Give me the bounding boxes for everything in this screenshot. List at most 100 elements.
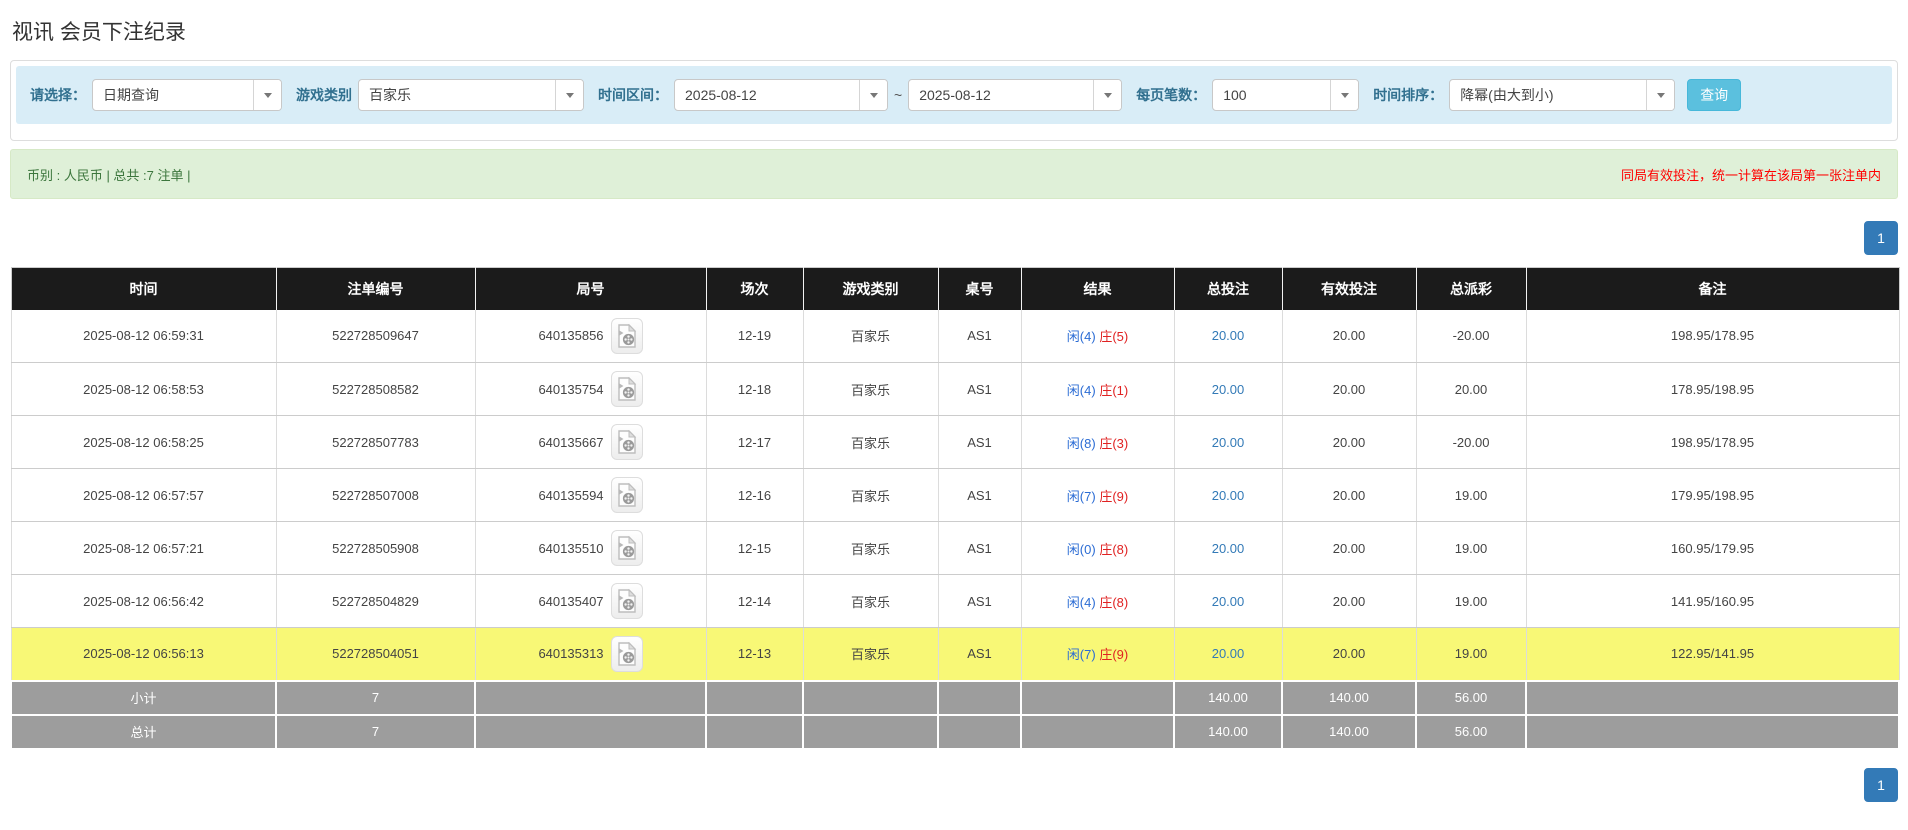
bet-id-cell: 522728507783 xyxy=(276,416,475,469)
round-id-value: 640135856 xyxy=(538,328,603,343)
table-summary: 小计 7 140.00 140.00 56.00 总计 7 140.00 140… xyxy=(11,681,1899,749)
total-bet-link[interactable]: 20.00 xyxy=(1212,541,1245,556)
date-range-tilde: ~ xyxy=(894,87,902,103)
total-bet-cell: 20.00 xyxy=(1174,575,1282,628)
total-total-bet: 140.00 xyxy=(1174,715,1282,749)
total-count: 7 xyxy=(276,715,475,749)
total-bet-link[interactable]: 20.00 xyxy=(1212,646,1245,661)
round-id-value: 640135407 xyxy=(538,594,603,609)
result-cell: 闲(4) 庄(5) xyxy=(1021,310,1174,363)
total-bet-link[interactable]: 20.00 xyxy=(1212,328,1245,343)
subtotal-row: 小计 7 140.00 140.00 56.00 xyxy=(11,681,1899,715)
player-result: 闲(8) xyxy=(1067,436,1096,451)
payout-cell: 19.00 xyxy=(1416,469,1526,522)
result-cell: 闲(0) 庄(8) xyxy=(1021,522,1174,575)
game-type-label: 游戏类别 xyxy=(296,85,352,105)
table-row: 2025-08-12 06:58:53 522728508582 6401357… xyxy=(11,363,1899,416)
remark-cell: 122.95/141.95 xyxy=(1526,628,1899,681)
video-icon[interactable] xyxy=(611,424,643,460)
video-icon[interactable] xyxy=(611,636,643,672)
game-type-cell: 百家乐 xyxy=(803,416,938,469)
video-icon[interactable] xyxy=(611,371,643,407)
total-bet-link[interactable]: 20.00 xyxy=(1212,594,1245,609)
sort-order-value: 降幂(由大到小) xyxy=(1450,80,1646,110)
remark-cell: 179.95/198.95 xyxy=(1526,469,1899,522)
table-header-row: 时间 注单编号 局号 场次 游戏类别 桌号 结果 总投注 有效投注 总派彩 备注 xyxy=(11,268,1899,310)
page-1-button[interactable]: 1 xyxy=(1864,768,1898,802)
table-no-cell: AS1 xyxy=(938,628,1021,681)
total-bet-cell: 20.00 xyxy=(1174,416,1282,469)
payout-cell: 19.00 xyxy=(1416,575,1526,628)
table-row: 2025-08-12 06:56:13 522728504051 6401353… xyxy=(11,628,1899,681)
time-range-label: 时间区间： xyxy=(598,85,668,105)
result-cell: 闲(4) 庄(1) xyxy=(1021,363,1174,416)
sort-order-select[interactable]: 降幂(由大到小) xyxy=(1449,79,1675,111)
session-cell: 12-16 xyxy=(706,469,803,522)
banker-result: 庄(8) xyxy=(1099,542,1128,557)
payout-cell: 20.00 xyxy=(1416,363,1526,416)
col-header-session: 场次 xyxy=(706,268,803,310)
total-bet-link[interactable]: 20.00 xyxy=(1212,435,1245,450)
chevron-down-icon[interactable] xyxy=(1646,80,1674,110)
banker-result: 庄(3) xyxy=(1099,436,1128,451)
round-id-cell: 640135510 xyxy=(475,522,706,575)
valid-bet-cell: 20.00 xyxy=(1282,363,1416,416)
game-type-cell: 百家乐 xyxy=(803,363,938,416)
bet-records-table: 时间 注单编号 局号 场次 游戏类别 桌号 结果 总投注 有效投注 总派彩 备注… xyxy=(10,267,1900,750)
page-size-select[interactable]: 100 xyxy=(1212,79,1359,111)
summary-bar: 币别 : 人民币 | 总共 :7 注单 | 同局有效投注，统一计算在该局第一张注… xyxy=(10,149,1898,199)
page-1-button[interactable]: 1 xyxy=(1864,221,1898,255)
valid-bet-cell: 20.00 xyxy=(1282,522,1416,575)
round-id-cell: 640135594 xyxy=(475,469,706,522)
chevron-down-icon[interactable] xyxy=(859,80,887,110)
subtotal-label: 小计 xyxy=(11,681,276,715)
result-cell: 闲(8) 庄(3) xyxy=(1021,416,1174,469)
session-cell: 12-13 xyxy=(706,628,803,681)
result-cell: 闲(7) 庄(9) xyxy=(1021,469,1174,522)
round-id-value: 640135313 xyxy=(538,646,603,661)
time-cell: 2025-08-12 06:59:31 xyxy=(11,310,276,363)
col-header-total-bet: 总投注 xyxy=(1174,268,1282,310)
bet-id-cell: 522728509647 xyxy=(276,310,475,363)
round-id-cell: 640135667 xyxy=(475,416,706,469)
total-valid-bet: 140.00 xyxy=(1282,715,1416,749)
payout-cell: -20.00 xyxy=(1416,310,1526,363)
round-id-cell: 640135856 xyxy=(475,310,706,363)
chevron-down-icon[interactable] xyxy=(1093,80,1121,110)
date-to-select[interactable]: 2025-08-12 xyxy=(908,79,1122,111)
subtotal-total-bet: 140.00 xyxy=(1174,681,1282,715)
total-bet-cell: 20.00 xyxy=(1174,522,1282,575)
video-icon[interactable] xyxy=(611,530,643,566)
col-header-remark: 备注 xyxy=(1526,268,1899,310)
video-icon[interactable] xyxy=(611,583,643,619)
subtotal-valid-bet: 140.00 xyxy=(1282,681,1416,715)
col-header-round-id: 局号 xyxy=(475,268,706,310)
game-type-cell: 百家乐 xyxy=(803,310,938,363)
banker-result: 庄(5) xyxy=(1099,329,1128,344)
total-bet-cell: 20.00 xyxy=(1174,363,1282,416)
total-bet-link[interactable]: 20.00 xyxy=(1212,382,1245,397)
session-cell: 12-14 xyxy=(706,575,803,628)
total-bet-link[interactable]: 20.00 xyxy=(1212,488,1245,503)
round-id-value: 640135667 xyxy=(538,435,603,450)
game-type-select[interactable]: 百家乐 xyxy=(358,79,584,111)
pagination-bottom: 1 xyxy=(10,768,1898,802)
bet-id-cell: 522728504829 xyxy=(276,575,475,628)
chevron-down-icon[interactable] xyxy=(555,80,583,110)
table-row: 2025-08-12 06:57:21 522728505908 6401355… xyxy=(11,522,1899,575)
video-icon[interactable] xyxy=(611,477,643,513)
chevron-down-icon[interactable] xyxy=(1330,80,1358,110)
bet-id-cell: 522728507008 xyxy=(276,469,475,522)
round-id-value: 640135510 xyxy=(538,541,603,556)
round-id-cell: 640135407 xyxy=(475,575,706,628)
date-query-select[interactable]: 日期查询 xyxy=(92,79,282,111)
search-button[interactable]: 查询 xyxy=(1687,79,1741,111)
filter-toolbar: 请选择： 日期查询 游戏类别 百家乐 时间区间： 2025-08-12 ~ 20… xyxy=(16,66,1892,124)
video-icon[interactable] xyxy=(611,318,643,354)
date-from-select[interactable]: 2025-08-12 xyxy=(674,79,888,111)
payout-cell: -20.00 xyxy=(1416,416,1526,469)
chevron-down-icon[interactable] xyxy=(253,80,281,110)
pagination-top: 1 xyxy=(10,221,1898,255)
page-content: 视讯 会员下注纪录 请选择： 日期查询 游戏类别 百家乐 时间区间： 2025-… xyxy=(0,0,1908,822)
time-cell: 2025-08-12 06:57:21 xyxy=(11,522,276,575)
